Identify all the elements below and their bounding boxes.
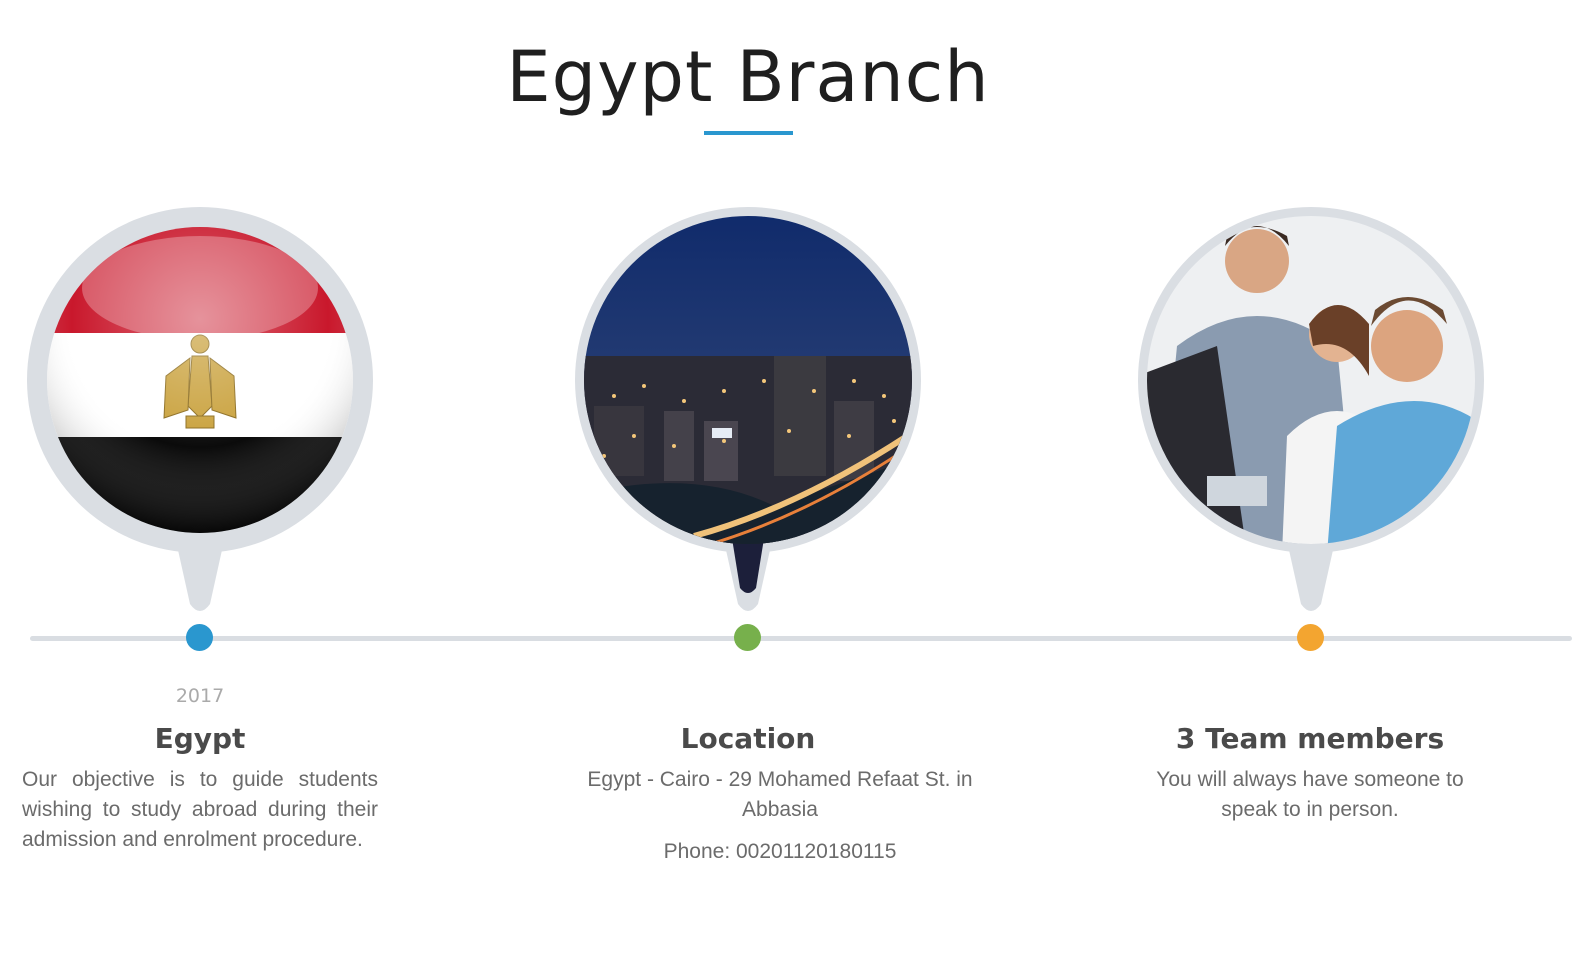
page-title: Egypt Branch <box>506 36 990 118</box>
timeline-heading-egypt: Egypt <box>154 722 246 755</box>
timeline-pin-location <box>574 206 922 614</box>
egypt-flag-icon <box>27 207 373 611</box>
timeline-pin-egypt <box>26 206 374 614</box>
timeline-dot-team <box>1297 624 1324 651</box>
timeline-line <box>30 636 1572 641</box>
timeline-heading-location: Location <box>680 722 816 755</box>
title-underline <box>704 131 793 135</box>
timeline-dot-egypt <box>186 624 213 651</box>
timeline-phone: Phone: 00201120180115 <box>663 840 897 863</box>
timeline-description-team: You will always have someone to speak to… <box>1156 768 1464 821</box>
timeline-description-location: Egypt - Cairo - 29 Mohamed Refaat St. in… <box>587 768 973 821</box>
cairo-night-city-icon <box>575 207 921 611</box>
timeline-heading-team: 3 Team members <box>1175 722 1445 755</box>
timeline-pin-team <box>1137 206 1485 614</box>
timeline-description-egypt: Our objective is to guide students wishi… <box>22 768 378 851</box>
team-members-photo-icon <box>1138 207 1484 611</box>
timeline-dot-location <box>734 624 761 651</box>
timeline-year: 2017 <box>175 685 225 707</box>
